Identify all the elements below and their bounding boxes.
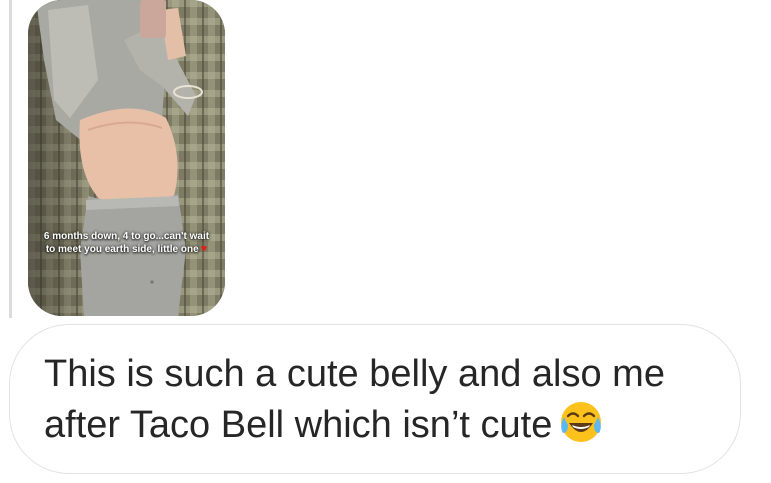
story-caption-text: 6 months down, 4 to go...can't wait to m…: [43, 231, 210, 255]
story-preview-image[interactable]: 6 months down, 4 to go...can't wait to m…: [28, 0, 225, 316]
story-caption: 6 months down, 4 to go...can't wait to m…: [40, 230, 213, 256]
message-bubble[interactable]: This is such a cute belly and also me af…: [9, 324, 741, 474]
face-with-tears-of-joy-icon: [558, 399, 604, 445]
story-photo: [28, 0, 225, 316]
message-text-container: This is such a cute belly and also me af…: [44, 349, 724, 450]
story-reply-divider: [9, 0, 12, 318]
red-heart-icon: ♥: [200, 243, 208, 255]
